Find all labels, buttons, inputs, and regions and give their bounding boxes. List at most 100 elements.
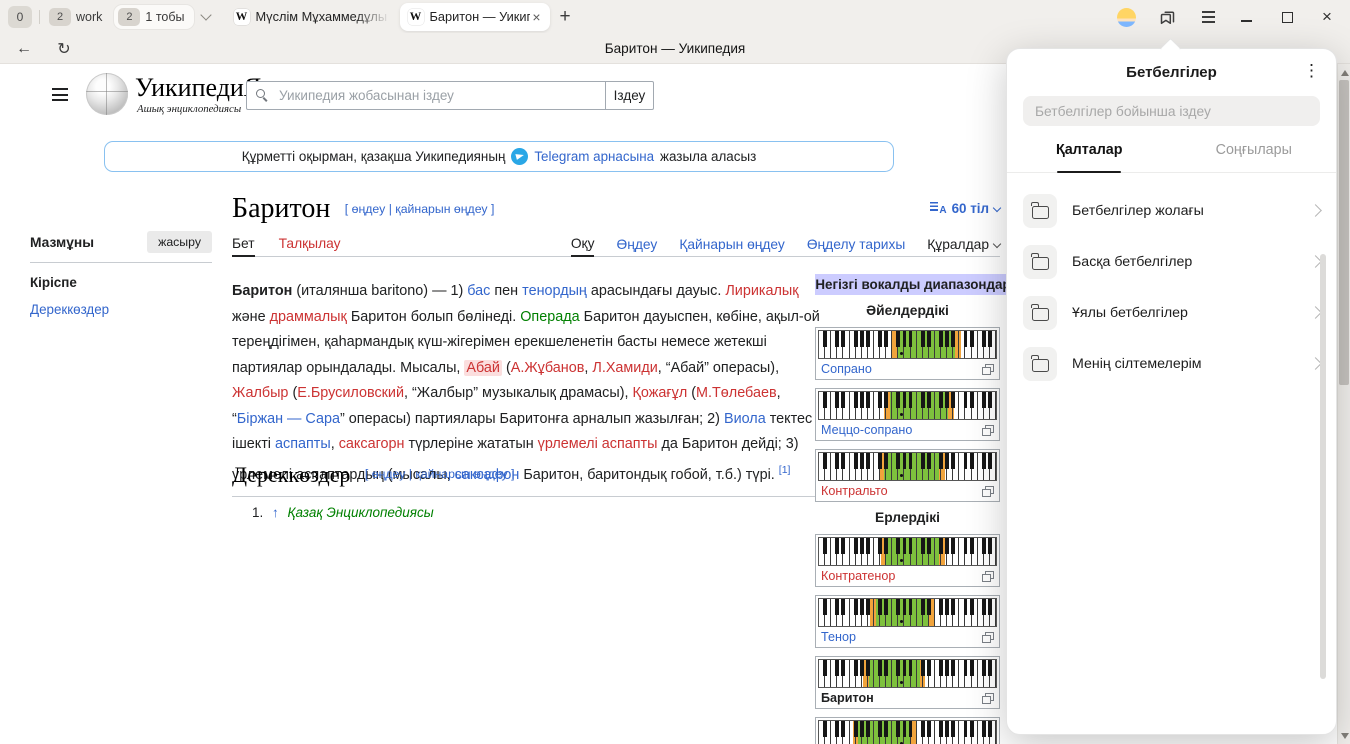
popup-menu-icon[interactable] [1303, 61, 1320, 81]
lead-link[interactable]: үрлемелі аспапты [538, 436, 658, 452]
telegram-link[interactable]: Telegram арнасына [534, 149, 654, 164]
tab-folders[interactable]: Қалталар [1007, 142, 1172, 172]
vocal-range-label[interactable]: Контратенор [821, 569, 895, 583]
tab-group-zero[interactable]: 0 [8, 6, 32, 28]
lead-text: ” операсы) партиялары Баритонға арналып … [340, 411, 724, 427]
expand-icon[interactable] [982, 364, 994, 375]
lead-link[interactable]: драммалық [270, 309, 347, 325]
tab-groups-chevron-icon[interactable] [200, 9, 211, 20]
scrollbar-thumb[interactable] [1339, 80, 1349, 385]
tab-group-1-toby[interactable]: 2 1 тобы [114, 5, 193, 29]
bookmarks-panel-icon[interactable] [1157, 6, 1179, 28]
lead-link[interactable]: Лирикалық [725, 283, 798, 299]
popup-scrollbar-thumb[interactable] [1320, 254, 1326, 679]
language-selector-button[interactable]: 60 тіл [930, 201, 1000, 216]
minimize-button[interactable] [1235, 6, 1257, 28]
close-window-button[interactable] [1316, 6, 1338, 28]
reload-button[interactable] [52, 37, 76, 61]
folder-icon [1023, 194, 1057, 228]
tab-group-work[interactable]: 2 work [49, 8, 102, 26]
page-tab[interactable]: Оқу [571, 236, 595, 257]
expand-icon[interactable] [982, 571, 994, 582]
tab-group-label: 1 тобы [145, 10, 184, 24]
toc-hide-button[interactable]: жасыру [147, 231, 212, 253]
lead-link[interactable]: Операда [520, 309, 579, 325]
page-tab[interactable]: Өңдеу [616, 237, 657, 256]
tab-title: Мүслім Мұхаммедұлы Ма [256, 9, 394, 24]
toc-item[interactable]: Кіріспе [30, 275, 212, 290]
folder-label: Бетбелгілер жолағы [1072, 203, 1204, 219]
title-edit-links[interactable]: [ өңдеу | қайнарын өңдеу ] [345, 202, 495, 216]
reference-link[interactable]: Қазақ Энциклопедиясы [288, 505, 434, 520]
bookmark-folder-item[interactable]: Ұялы бетбелгілер [1007, 287, 1336, 338]
expand-icon[interactable] [982, 425, 994, 436]
browser-window: 0 2 work 2 1 тобы W Мүслім Мұхаммедұлы М… [0, 0, 1350, 744]
wiki-menu-icon[interactable] [52, 88, 68, 101]
vocal-range-label[interactable]: Контральто [821, 484, 888, 498]
vocal-range-cell: Тенор [815, 595, 1000, 648]
lead-link[interactable]: Л.Хамиди [592, 360, 657, 376]
lead-text: және [232, 309, 270, 325]
bookmark-folder-item[interactable]: Бетбелгілер жолағы [1007, 185, 1336, 236]
lead-link[interactable]: А.Жұбанов [511, 360, 585, 376]
page-tab[interactable]: Қайнарын өңдеу [679, 237, 785, 256]
expand-icon[interactable] [982, 693, 994, 704]
chevron-down-icon [993, 240, 1001, 248]
page-scrollbar[interactable] [1337, 64, 1350, 744]
lead-link[interactable]: Қожағұл [633, 385, 688, 401]
back-button[interactable] [12, 37, 36, 61]
banner-text: жазыла аласыз [660, 149, 756, 164]
wikipedia-tagline: Ашық энциклопедиясы [137, 103, 241, 115]
scroll-down-icon[interactable] [1341, 733, 1349, 739]
browser-tab-active[interactable]: W Баритон — Уикипедия [400, 3, 550, 31]
wikipedia-wordmark[interactable]: УикипедиЯ [135, 75, 261, 101]
browser-menu-icon[interactable] [1197, 6, 1219, 28]
reference-item: 1. ↑ Қазақ Энциклопедиясы [252, 505, 434, 520]
lead-link[interactable]: саксагорн [339, 436, 405, 452]
browser-tab-inactive[interactable]: W Мүслім Мұхаммедұлы Ма [232, 3, 394, 31]
bookmarks-search-input[interactable] [1023, 96, 1320, 126]
wiki-search-button[interactable]: Іздеу [606, 81, 654, 110]
bookmark-folder-item[interactable]: Басқа бетбелгілер [1007, 236, 1336, 287]
lead-link[interactable]: тенордың [522, 283, 587, 299]
page-tab[interactable]: Құралдар [927, 237, 1000, 256]
lead-link[interactable]: Виола [724, 411, 766, 427]
vocal-range-label[interactable]: Тенор [821, 630, 856, 644]
lead-text: түрлеріне жататын [404, 436, 537, 452]
tab-close-icon[interactable] [530, 10, 544, 24]
vocal-range-label[interactable]: Меццо-сопрано [821, 423, 912, 437]
bookmarks-popup: Бетбелгілер Қалталар Соңғылары Бетбелгіл… [1006, 48, 1337, 735]
tab-recent[interactable]: Соңғылары [1172, 142, 1337, 172]
scroll-up-icon[interactable] [1341, 70, 1349, 76]
toc-item[interactable]: Дереккөздер [30, 302, 212, 317]
bookmark-folder-item[interactable]: Менің сілтемелерім [1007, 338, 1336, 389]
restore-button[interactable] [1276, 6, 1298, 28]
profile-avatar[interactable] [1115, 6, 1137, 28]
page-tab[interactable]: Талқылау [279, 236, 341, 256]
lead-text: ( [687, 385, 696, 401]
telegram-banner: Құрметті оқырман, қазақша Уикипедияның T… [104, 141, 894, 172]
page-tab[interactable]: Бет [232, 236, 255, 257]
wikipedia-logo[interactable] [86, 73, 128, 115]
lead-link[interactable]: аспапты [275, 436, 331, 452]
lead-link[interactable]: Абай [464, 360, 502, 376]
article-tabs-row: Бет Талқылау Оқу Өңдеу Қайнарын өңдеу Өңделу… [232, 232, 1000, 257]
lead-link[interactable]: Біржан — Сара [237, 411, 340, 427]
expand-icon[interactable] [982, 486, 994, 497]
lead-link[interactable]: бас [467, 283, 490, 299]
page-tab[interactable]: Өңделу тарихы [807, 237, 905, 256]
references-edit-links[interactable]: [ өңдеу | қайнарын өңдеу ] [365, 467, 515, 481]
lead-link[interactable]: Е.Брусиловский [297, 385, 404, 401]
lead-link[interactable]: М.Төлебаев [696, 385, 777, 401]
reference-backlink[interactable]: ↑ [272, 505, 279, 520]
lead-link[interactable]: Жалбыр [232, 385, 288, 401]
wiki-search-input[interactable] [247, 82, 605, 109]
expand-icon[interactable] [982, 632, 994, 643]
lead-text: пен [490, 283, 522, 299]
new-tab-button[interactable] [560, 7, 571, 26]
lead-text: ( [502, 360, 511, 376]
search-icon [256, 89, 270, 103]
bookmark-folder-list: Бетбелгілер жолағы Басқа бетбелгілерҰялы … [1007, 173, 1336, 389]
vocal-range-label[interactable]: Сопрано [821, 362, 872, 376]
vocal-range-keyboard [818, 659, 997, 688]
